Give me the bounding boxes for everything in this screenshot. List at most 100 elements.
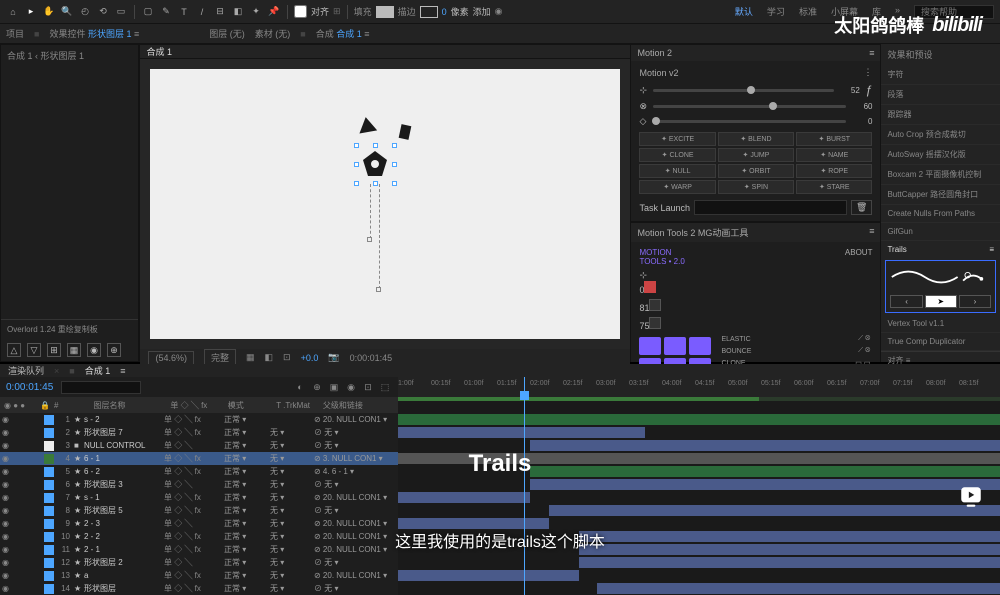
motion-keyframe[interactable] xyxy=(367,237,372,242)
fx-item[interactable]: Auto Crop 预合成裁切 xyxy=(881,125,1000,145)
effect-controls-tab[interactable]: 效果控件 形状图层 1 ≡ xyxy=(49,27,139,40)
polygon-shape[interactable] xyxy=(360,149,390,181)
transform-handle[interactable] xyxy=(373,181,378,186)
layer-bar[interactable] xyxy=(530,479,1000,490)
transform-handle[interactable] xyxy=(392,162,397,167)
project-tab[interactable]: 项目 xyxy=(6,27,24,40)
visibility-icon[interactable]: ◉ xyxy=(2,467,12,476)
layer-row[interactable]: ◉14★形状图层单 ◇ ╲ fx正常 ▾无 ▾⊘ 无 ▾ xyxy=(0,582,398,595)
fx-item[interactable]: Boxcam 2 平面摄像机控制 xyxy=(881,165,1000,185)
col-layer-name[interactable]: 图层名称 xyxy=(94,400,167,411)
fx-item[interactable]: 跟踪器 xyxy=(881,105,1000,125)
tl-icon-4[interactable]: ◉ xyxy=(344,380,358,394)
layer-row[interactable]: ◉8★形状图层 5单 ◇ ╲ fx正常 ▾无 ▾⊘ 无 ▾ xyxy=(0,504,398,517)
workspace-learn[interactable]: 学习 xyxy=(767,5,785,19)
overlord-btn-6[interactable]: ⊕ xyxy=(107,343,121,357)
visibility-icon[interactable]: ◉ xyxy=(2,584,12,593)
grid-icon[interactable]: ▦ xyxy=(246,352,255,363)
mtools-red-btn[interactable] xyxy=(644,281,656,293)
layer-bar[interactable] xyxy=(579,544,1000,555)
camera-tool-icon[interactable]: ▭ xyxy=(114,5,128,19)
visibility-icon[interactable]: ◉ xyxy=(2,545,12,554)
layer-bar[interactable] xyxy=(597,583,1000,594)
layer-bar[interactable] xyxy=(398,414,1000,425)
transform-handle[interactable] xyxy=(392,143,397,148)
visibility-icon[interactable]: ◉ xyxy=(2,493,12,502)
overlord-btn-5[interactable]: ◉ xyxy=(87,343,101,357)
overlord-btn-2[interactable]: ▽ xyxy=(27,343,41,357)
stamp-tool-icon[interactable]: ⊟ xyxy=(213,5,227,19)
rectangle-shape[interactable] xyxy=(399,124,412,140)
trails-btn-mid[interactable]: ➤ xyxy=(925,295,957,308)
snapshot-icon[interactable]: 📷 xyxy=(328,352,339,363)
motion2-rope-button[interactable]: ✦ ROPE xyxy=(796,164,872,178)
layer-row[interactable]: ◉9★2 - 3单 ◇ ╲ 正常 ▾无 ▾⊘ 20. NULL CON1 ▾ xyxy=(0,517,398,530)
mtools-btn-a[interactable] xyxy=(649,299,661,311)
puppet-tool-icon[interactable]: 📌 xyxy=(267,5,281,19)
brush-tool-icon[interactable]: / xyxy=(195,5,209,19)
key-icon[interactable]: ◇ xyxy=(639,116,646,127)
stroke-label[interactable]: 描边 xyxy=(398,5,416,18)
layer-bar[interactable] xyxy=(530,440,1000,451)
transform-handle[interactable] xyxy=(354,181,359,186)
layer-row[interactable]: ◉11★2 - 1单 ◇ ╲ fx正常 ▾无 ▾⊘ 20. NULL CON1 … xyxy=(0,543,398,556)
selection-tool-icon[interactable]: ▸ xyxy=(24,5,38,19)
home-icon[interactable]: ⌂ xyxy=(6,5,20,19)
video-play-icon[interactable] xyxy=(958,484,984,512)
fx-item[interactable]: ButtCapper 路径圆角封口 xyxy=(881,185,1000,205)
tl-icon-6[interactable]: ⬚ xyxy=(378,380,392,394)
tl-icon-2[interactable]: ⊕ xyxy=(310,380,324,394)
layer-bar[interactable] xyxy=(398,570,579,581)
layer-bar[interactable] xyxy=(398,492,530,503)
layer-row[interactable]: ◉12★形状图层 2单 ◇ ╲ 正常 ▾无 ▾⊘ 无 ▾ xyxy=(0,556,398,569)
rotate-tool-icon[interactable]: ⟲ xyxy=(96,5,110,19)
fx-item[interactable]: GifGun xyxy=(881,223,1000,241)
pen-tool-icon[interactable]: ✎ xyxy=(159,5,173,19)
overlord-btn-3[interactable]: ⊞ xyxy=(47,343,61,357)
motion2-jump-button[interactable]: ✦ JUMP xyxy=(718,148,794,162)
roto-tool-icon[interactable]: ✦ xyxy=(249,5,263,19)
workspace-standard[interactable]: 标准 xyxy=(799,5,817,19)
col-mode[interactable]: 模式 xyxy=(228,400,272,411)
playhead[interactable] xyxy=(524,377,525,595)
tl-icon-1[interactable]: ◐ xyxy=(293,380,307,394)
mtools-about[interactable]: ABOUT xyxy=(845,248,873,266)
truecomp-item[interactable]: True Comp Duplicator xyxy=(881,333,1000,351)
tl-icon-5[interactable]: ⊡ xyxy=(361,380,375,394)
layer-row[interactable]: ◉6★形状图层 3单 ◇ ╲ 正常 ▾无 ▾⊘ 无 ▾ xyxy=(0,478,398,491)
zoom-tool-icon[interactable]: 🔍 xyxy=(60,5,74,19)
track-area[interactable]: 1:00f00:15f01:00f01:15f02:00f02:15f03:00… xyxy=(398,377,1000,595)
transform-handle[interactable] xyxy=(354,143,359,148)
layer-tab[interactable]: 图层 (无) xyxy=(209,27,245,40)
motion2-orbit-button[interactable]: ✦ ORBIT xyxy=(718,164,794,178)
add-label[interactable]: 添加 xyxy=(473,5,491,18)
visibility-icon[interactable]: ◉ xyxy=(2,571,12,580)
motion2-spin-button[interactable]: ✦ SPIN xyxy=(718,180,794,194)
col-parent[interactable]: 父级和链接 xyxy=(323,400,394,411)
motion2-slider-2[interactable] xyxy=(653,105,846,108)
vertex-tool-item[interactable]: Vertex Tool v1.1 xyxy=(881,315,1000,333)
visibility-icon[interactable]: ◉ xyxy=(2,415,12,424)
layer-bar[interactable] xyxy=(530,466,1000,477)
fx-item[interactable]: 字符 xyxy=(881,65,1000,85)
canvas-area[interactable] xyxy=(140,59,630,349)
hand-tool-icon[interactable]: ✋ xyxy=(42,5,56,19)
layer-row[interactable]: ◉4★6 - 1单 ◇ ╲ fx正常 ▾无 ▾⊘ 3. NULL CON1 ▾ xyxy=(0,452,398,465)
viewer-comp-tab[interactable]: 合成 1 xyxy=(146,45,172,58)
footage-tab[interactable]: 素材 (无) xyxy=(255,27,291,40)
snap-checkbox[interactable] xyxy=(294,5,307,18)
mtools-btn-b[interactable] xyxy=(649,317,661,329)
motion2-stare-button[interactable]: ✦ STARE xyxy=(796,180,872,194)
link-icon[interactable]: ⊗ xyxy=(639,101,647,112)
visibility-icon[interactable]: ◉ xyxy=(2,441,12,450)
transform-handle[interactable] xyxy=(373,143,378,148)
layer-row[interactable]: ◉10★2 - 2单 ◇ ╲ fx正常 ▾无 ▾⊘ 20. NULL CON1 … xyxy=(0,530,398,543)
trails-btn-next[interactable]: › xyxy=(959,295,991,308)
layer-row[interactable]: ◉7★s - 1单 ◇ ╲ fx正常 ▾无 ▾⊘ 20. NULL CON1 ▾ xyxy=(0,491,398,504)
motion-keyframe[interactable] xyxy=(376,287,381,292)
transform-handle[interactable] xyxy=(392,181,397,186)
motion2-slider-3[interactable] xyxy=(652,120,846,123)
visibility-icon[interactable]: ◉ xyxy=(2,454,12,463)
visibility-icon[interactable]: ◉ xyxy=(2,480,12,489)
fill-label[interactable]: 填充 xyxy=(354,5,372,18)
